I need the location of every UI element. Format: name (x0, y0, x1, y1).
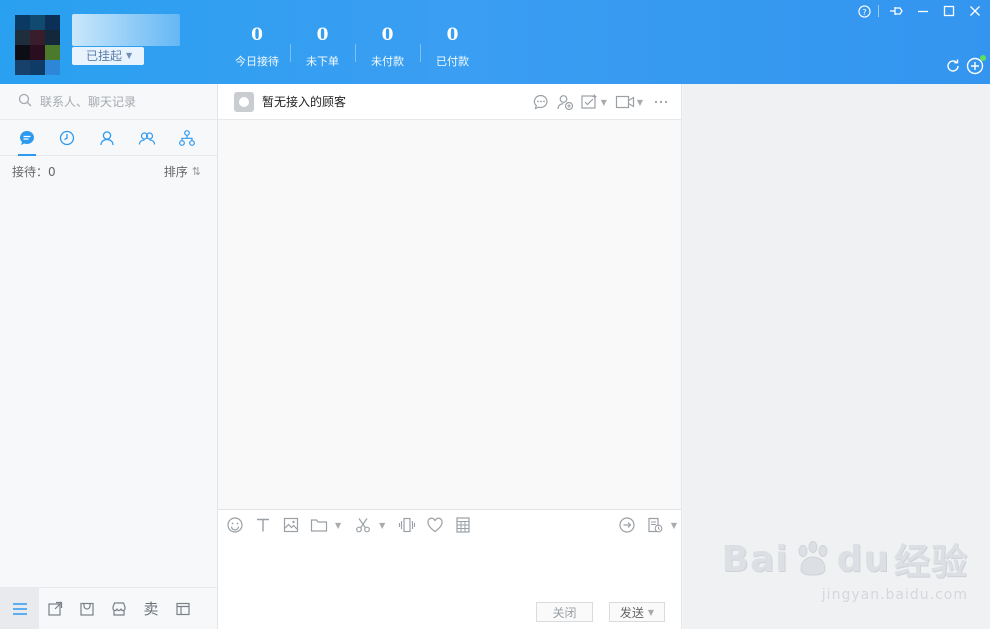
heart-icon[interactable] (425, 515, 445, 535)
chat-header-tools: ▼ ▼ (531, 93, 671, 111)
refresh-icon[interactable] (944, 57, 962, 75)
caret-down-icon: ▼ (126, 51, 133, 60)
stat-value: 0 (251, 25, 263, 45)
scissors-icon[interactable] (353, 515, 373, 535)
tab-recent[interactable] (58, 120, 76, 156)
search-icon (18, 93, 32, 110)
screenshot-check-icon[interactable] (579, 93, 599, 111)
sidebar-tabs (0, 120, 217, 156)
receiving-count: 接待：0 (12, 164, 56, 179)
caret-down-icon[interactable]: ▼ (648, 608, 654, 617)
watermark-bai: Bai (721, 538, 789, 580)
stat-value: 0 (446, 25, 459, 45)
chat-bubble-icon (20, 130, 34, 145)
message-area[interactable] (218, 120, 681, 509)
chat-title: 暂无接入的顾客 (262, 95, 347, 109)
folder-icon[interactable] (309, 515, 329, 535)
watermark-url: jingyan.baidu.com (821, 587, 968, 603)
window-controls: ? (849, 2, 986, 20)
add-circle-icon[interactable] (966, 55, 986, 75)
font-icon[interactable] (253, 515, 273, 535)
shopping-bag-icon[interactable] (71, 588, 103, 629)
stat-value: 0 (381, 25, 394, 45)
tab-contacts[interactable] (98, 120, 116, 156)
message-input-area: ▼ ▼ ▼ 关闭 发送 ▼ (218, 509, 681, 629)
stat-not-ordered[interactable]: 0 未下单 (290, 22, 355, 69)
transfer-user-icon[interactable] (555, 93, 575, 111)
avatar[interactable] (15, 15, 60, 75)
more-icon[interactable] (651, 93, 671, 111)
close-icon[interactable] (964, 2, 986, 20)
caret-down-icon[interactable]: ▼ (671, 521, 677, 530)
emoji-icon[interactable] (225, 515, 245, 535)
close-button[interactable]: 关闭 (536, 602, 593, 622)
message-textarea[interactable] (218, 540, 681, 598)
sidebar-bottom-bar: 卖 (0, 587, 217, 629)
status-label: 已挂起 (86, 49, 123, 63)
top-header: 已挂起 ▼ 0 今日接待 0 未下单 0 未付款 0 已付款 ? (0, 0, 990, 84)
stat-label: 已付款 (436, 55, 469, 68)
store-icon[interactable] (103, 588, 135, 629)
menu-icon[interactable] (0, 587, 39, 629)
forward-chat-icon[interactable] (617, 515, 637, 535)
stat-label: 未付款 (371, 55, 404, 68)
help-icon[interactable]: ? (853, 2, 875, 20)
tab-chats[interactable] (18, 120, 36, 156)
pin-icon[interactable] (886, 2, 908, 20)
watermark-cn: 经验 (893, 542, 968, 583)
customer-avatar (234, 91, 254, 112)
stat-label: 未下单 (306, 55, 339, 68)
calculator-icon[interactable] (453, 515, 473, 535)
header-tools (944, 55, 986, 75)
group-icon (138, 131, 156, 145)
watermark-du: du (836, 538, 890, 580)
stats-bar: 0 今日接待 0 未下单 0 未付款 0 已付款 (224, 22, 485, 69)
stat-unpaid[interactable]: 0 未付款 (355, 22, 420, 69)
user-icon (100, 130, 114, 145)
org-tree-icon (179, 129, 195, 146)
paw-icon (798, 541, 828, 576)
input-toolbar: ▼ ▼ ▼ (218, 510, 681, 540)
customer-info-panel: Bai du 经验 jingyan.baidu.com (683, 84, 990, 629)
caret-down-icon[interactable]: ▼ (637, 98, 643, 107)
clock-icon (59, 130, 75, 145)
chat-history-icon[interactable] (645, 515, 665, 535)
search-input[interactable] (40, 94, 210, 109)
svg-text:?: ? (862, 6, 866, 16)
export-icon[interactable] (39, 588, 71, 629)
watermark: Bai du 经验 jingyan.baidu.com (722, 533, 969, 604)
sell-tab[interactable]: 卖 (135, 588, 167, 629)
chat-panel: 暂无接入的顾客 ▼ ▼ ▼ ▼ ▼ 关闭 发送 ▼ (218, 84, 682, 629)
sort-label: 排序 (163, 164, 188, 179)
divider (878, 5, 879, 17)
search-bar (0, 84, 217, 120)
tab-groups[interactable] (138, 120, 156, 156)
layout-icon[interactable] (167, 588, 199, 629)
tab-organization[interactable] (178, 120, 196, 156)
receiving-row: 接待：0 排序 ⇅ (0, 156, 217, 186)
caret-down-icon[interactable]: ▼ (601, 98, 607, 107)
contact-sidebar: 接待：0 排序 ⇅ 卖 (0, 84, 218, 629)
caret-down-icon[interactable]: ▼ (335, 521, 341, 530)
sort-arrows-icon: ⇅ (191, 164, 201, 178)
minimize-icon[interactable] (912, 2, 934, 20)
image-icon[interactable] (281, 515, 301, 535)
nickname-blurred (72, 14, 180, 46)
caret-down-icon[interactable]: ▼ (379, 521, 385, 530)
send-label: 发送 (619, 605, 644, 620)
watermark-logo: Bai du 经验 (722, 533, 969, 585)
chat-header: 暂无接入的顾客 ▼ ▼ (218, 84, 681, 120)
stat-value: 0 (316, 25, 329, 45)
video-call-icon[interactable] (615, 93, 635, 111)
send-button[interactable]: 发送 ▼ (609, 602, 665, 622)
stat-today-received[interactable]: 0 今日接待 (224, 22, 290, 69)
sort-button[interactable]: 排序 ⇅ (164, 163, 201, 180)
quick-reply-icon[interactable] (531, 93, 551, 111)
online-dot (980, 55, 986, 61)
maximize-icon[interactable] (938, 2, 960, 20)
stat-label: 今日接待 (235, 55, 279, 68)
vibrate-icon[interactable] (397, 515, 417, 535)
stat-paid[interactable]: 0 已付款 (420, 22, 485, 69)
status-dropdown[interactable]: 已挂起 ▼ (72, 47, 145, 65)
